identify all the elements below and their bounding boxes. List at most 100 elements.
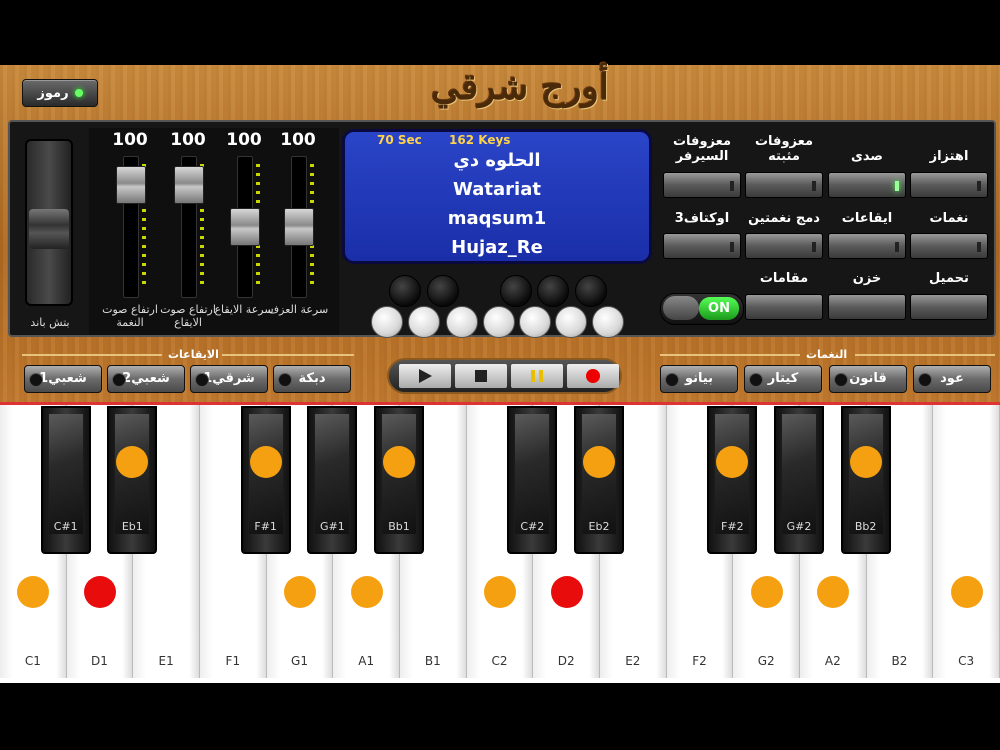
round-button[interactable] — [575, 275, 607, 307]
key-label: Eb2 — [588, 520, 610, 533]
indicator-light — [977, 181, 981, 191]
octave3-button[interactable] — [663, 233, 741, 259]
black-key-bb2[interactable]: Bb2 — [840, 406, 891, 554]
rhythms-button[interactable] — [828, 233, 906, 259]
key-face — [782, 414, 816, 534]
tone-button-oud[interactable]: عود — [913, 365, 991, 393]
server-songs-button[interactable] — [663, 172, 741, 198]
key-label: C#1 — [53, 520, 78, 533]
round-button[interactable] — [500, 275, 532, 307]
key-label: B1 — [424, 654, 441, 668]
slider-thumb[interactable] — [174, 166, 204, 205]
divider — [222, 354, 354, 356]
tone-label: بيانو — [684, 371, 714, 386]
slider-value: 100 — [112, 130, 148, 150]
rhythm-speed-slider[interactable]: 100 سرعة الايقاع — [214, 130, 273, 335]
black-key-eb1[interactable]: Eb1 — [107, 406, 158, 554]
round-button[interactable] — [389, 275, 421, 307]
black-key-csharp1[interactable]: C#1 — [40, 406, 91, 554]
save-label: خزن — [852, 271, 882, 286]
black-key-bb1[interactable]: Bb1 — [374, 406, 424, 554]
slider-thumb[interactable] — [230, 208, 260, 246]
pitch-bend-knob[interactable] — [29, 209, 69, 249]
round-button[interactable] — [592, 306, 624, 338]
dual-tone-label: دمج نغمتين — [748, 211, 820, 226]
pause-icon — [531, 370, 543, 382]
vibrato-label: اهتزاز — [929, 149, 969, 164]
black-key-fsharp2[interactable]: F#2 — [707, 406, 758, 554]
key-label: C1 — [24, 654, 41, 668]
radio-dot — [665, 373, 679, 387]
note-marker — [817, 576, 850, 608]
slider-label: سرعة العزف — [267, 303, 329, 316]
round-button[interactable] — [408, 306, 440, 338]
note-marker — [283, 576, 316, 608]
key-label: E2 — [625, 654, 641, 668]
installed-songs-button[interactable] — [745, 172, 823, 198]
rhythm-button-sharqi1[interactable]: شرقي1 — [190, 365, 268, 393]
note-marker — [950, 576, 983, 608]
white-key-c3[interactable]: C3 — [933, 405, 1000, 678]
echo-button[interactable] — [828, 172, 906, 198]
black-key-eb2[interactable]: Eb2 — [574, 406, 624, 554]
power-toggle[interactable]: ON — [660, 293, 744, 325]
pitch-bend-wheel[interactable] — [25, 139, 73, 306]
maqamat-button[interactable] — [745, 294, 823, 320]
dual-tone-button[interactable] — [745, 233, 823, 259]
tone-label: قانون — [849, 371, 887, 386]
slider-value: 100 — [170, 130, 206, 150]
vibrato-button[interactable] — [910, 172, 988, 198]
note-marker — [483, 576, 516, 608]
indicator-light — [812, 181, 816, 191]
round-button[interactable] — [537, 275, 569, 307]
key-face — [315, 414, 350, 534]
indicator-light — [812, 242, 816, 252]
black-key-gsharp2[interactable]: G#2 — [774, 406, 824, 554]
display-line: Hujaz_Re — [451, 237, 543, 258]
radio-dot — [29, 373, 43, 387]
black-key-fsharp1[interactable]: F#1 — [240, 406, 291, 554]
tone-button-piano[interactable]: بيانو — [660, 365, 738, 393]
rhythm-volume-slider[interactable]: 100 ارتفاع صوت الايقاع — [160, 130, 216, 335]
round-button[interactable] — [519, 306, 551, 338]
rhythm-label: شرقي1 — [203, 371, 255, 386]
radio-dot — [918, 373, 932, 387]
pitch-bend-label: بتش باند — [30, 316, 70, 329]
round-button[interactable] — [427, 275, 459, 307]
rhythm-button-shaabi1[interactable]: شعبي1 — [24, 365, 102, 393]
load-button[interactable] — [910, 294, 988, 320]
black-key-csharp2[interactable]: C#2 — [507, 406, 558, 554]
divider — [855, 354, 995, 356]
record-icon — [586, 369, 600, 383]
round-button[interactable] — [371, 306, 403, 338]
save-button[interactable] — [828, 294, 906, 320]
codes-button[interactable]: رموز — [22, 79, 98, 107]
black-key-gsharp1[interactable]: G#1 — [307, 406, 358, 554]
playback-speed-slider[interactable]: 100 سرعة العزف — [268, 130, 328, 335]
tones-button[interactable] — [910, 233, 988, 259]
tone-button-qanun[interactable]: قانون — [829, 365, 907, 393]
tone-button-guitar[interactable]: كيتار — [744, 365, 822, 393]
round-button[interactable] — [483, 306, 515, 338]
indicator-light — [895, 181, 899, 191]
rhythm-button-shaabi2[interactable]: شعبي2 — [107, 365, 185, 393]
key-label: A2 — [824, 654, 841, 668]
pause-button[interactable] — [511, 364, 563, 388]
play-button[interactable] — [399, 364, 451, 388]
round-button[interactable] — [446, 306, 478, 338]
rhythm-button-dabke[interactable]: دبكة — [273, 365, 351, 393]
indicator-light — [895, 242, 899, 252]
installed-songs-label: معزوفات مثبته — [754, 134, 813, 164]
stop-button[interactable] — [455, 364, 507, 388]
slider-thumb[interactable] — [116, 166, 146, 205]
rhythm-label: شعبي2 — [122, 371, 170, 386]
tone-volume-slider[interactable]: 100 ارتفاع صوت النغمة — [102, 130, 158, 335]
record-button[interactable] — [567, 364, 619, 388]
key-label: F2 — [692, 654, 707, 668]
codes-button-label: رموز — [37, 85, 69, 101]
slider-thumb[interactable] — [284, 208, 314, 246]
round-button[interactable] — [555, 306, 587, 338]
toggle-knob — [663, 296, 699, 320]
key-label: Eb1 — [121, 520, 143, 533]
note-marker — [849, 446, 882, 478]
